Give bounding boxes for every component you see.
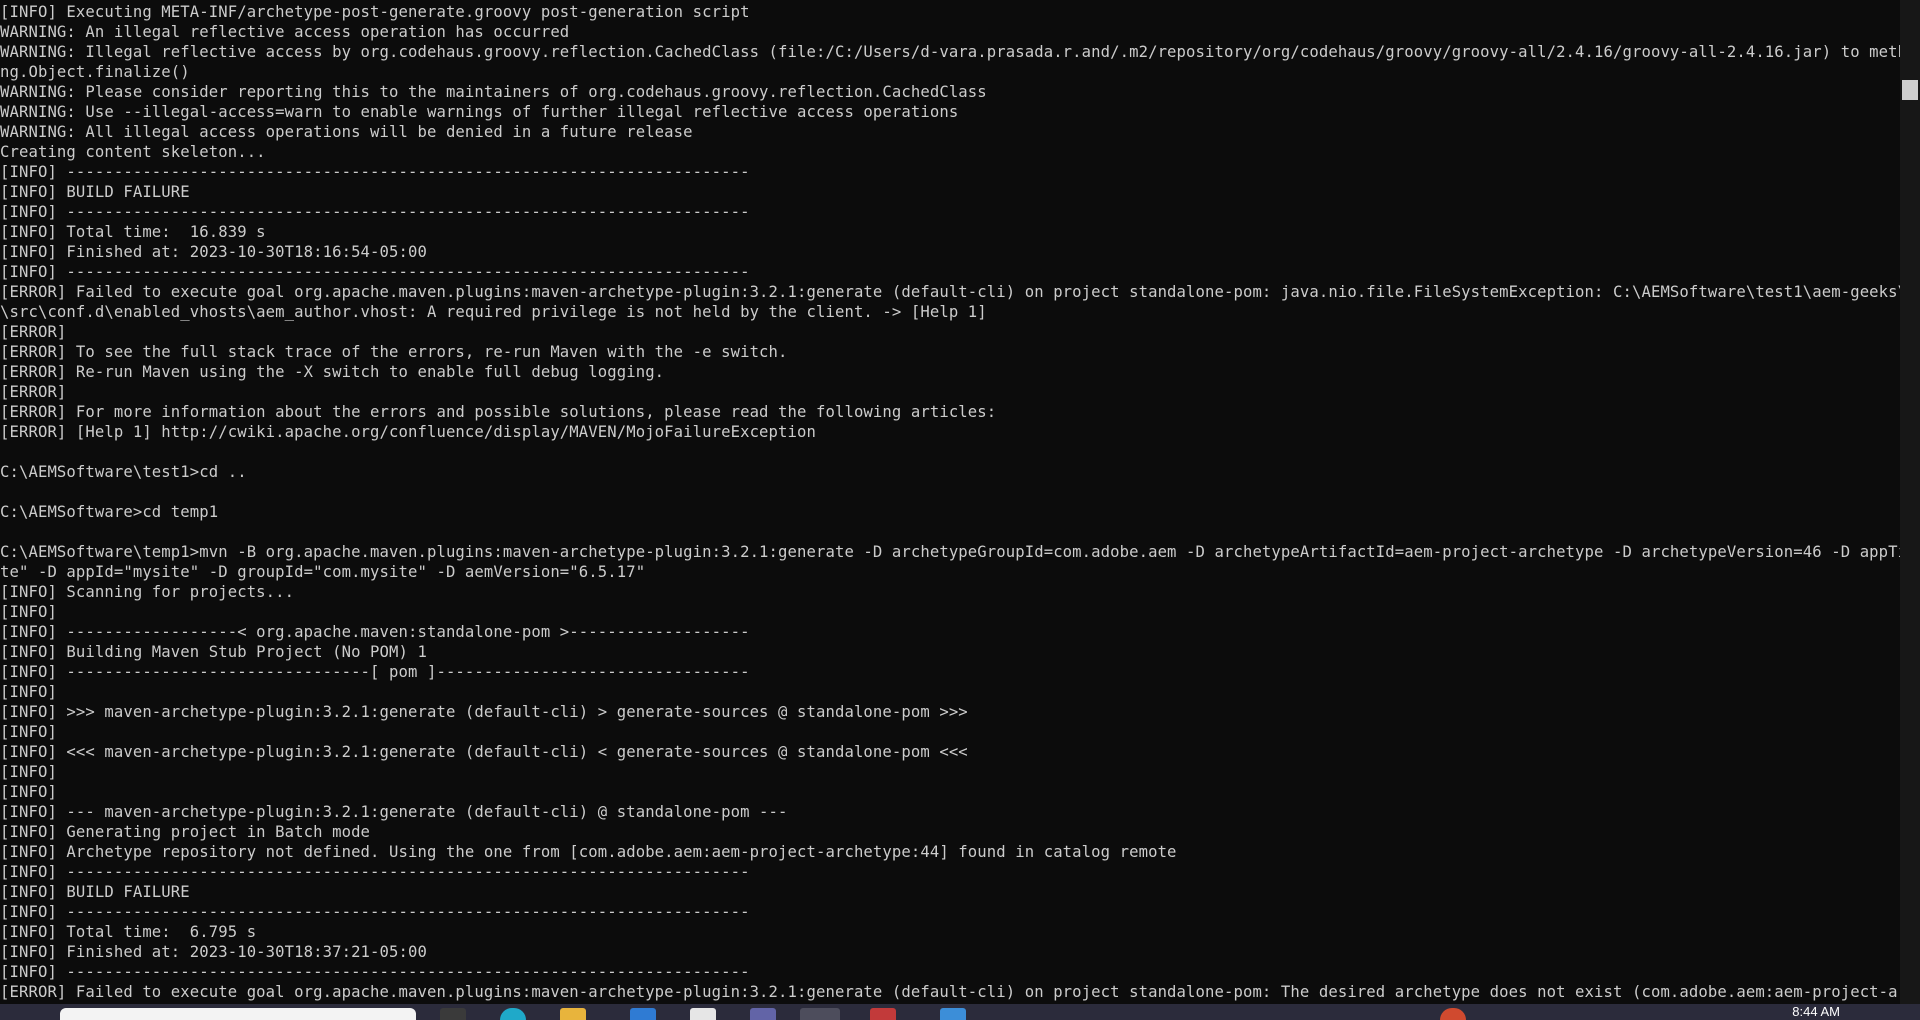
teams-icon[interactable] <box>750 1008 776 1020</box>
console-line: [ERROR] Failed to execute goal org.apach… <box>0 283 1900 301</box>
console-line: [INFO] Total time: 6.795 s <box>0 923 257 941</box>
console-line: [INFO] <box>0 763 57 781</box>
console-line: [INFO] Scanning for projects... <box>0 583 295 601</box>
console-line: [INFO] <box>0 723 57 741</box>
console-line: ng.Object.finalize() <box>0 63 190 81</box>
scrollbar[interactable] <box>1900 0 1920 1004</box>
console-line: [INFO] Building Maven Stub Project (No P… <box>0 643 427 661</box>
console-line: [INFO] <box>0 603 57 621</box>
console-line: WARNING: Illegal reflective access by or… <box>0 43 1900 61</box>
console-line: WARNING: All illegal access operations w… <box>0 123 693 141</box>
console-line: [INFO] >>> maven-archetype-plugin:3.2.1:… <box>0 703 968 721</box>
console-line: [INFO] <box>0 683 57 701</box>
console-output: [INFO] Executing META-INF/archetype-post… <box>0 0 1900 1002</box>
calendar-icon[interactable] <box>870 1008 896 1020</box>
console-line: [ERROR] To see the full stack trace of t… <box>0 343 788 361</box>
console-line: C:\AEMSoftware\test1>cd .. <box>0 463 247 481</box>
console-line: [INFO] <box>0 783 57 801</box>
console-line: Creating content skeleton... <box>0 143 266 161</box>
console-line: [INFO] Total time: 16.839 s <box>0 223 266 241</box>
terminal-icon[interactable] <box>440 1008 466 1020</box>
taskbar: 8:44 AM <box>0 1004 1920 1020</box>
command-prompt-icon[interactable] <box>800 1008 840 1020</box>
console-line: \src\conf.d\enabled_vhosts\aem_author.vh… <box>0 303 987 321</box>
console-window[interactable]: [INFO] Executing META-INF/archetype-post… <box>0 0 1900 1004</box>
console-line: [INFO] Generating project in Batch mode <box>0 823 371 841</box>
console-line: C:\AEMSoftware\temp1>mvn -B org.apache.m… <box>0 543 1900 561</box>
store-icon[interactable] <box>630 1008 656 1020</box>
console-line: [ERROR] Failed to execute goal org.apach… <box>0 983 1900 1001</box>
console-line: [INFO] BUILD FAILURE <box>0 183 190 201</box>
console-line: [ERROR] Re-run Maven using the -X switch… <box>0 363 665 381</box>
console-line: [INFO] ------------------< org.apache.ma… <box>0 623 750 641</box>
console-line: [INFO] ---------------------------------… <box>0 263 750 281</box>
console-line: [INFO] BUILD FAILURE <box>0 883 190 901</box>
console-line: WARNING: Please consider reporting this … <box>0 83 987 101</box>
taskbar-clock[interactable]: 8:44 AM <box>1792 1004 1840 1020</box>
console-line: WARNING: An illegal reflective access op… <box>0 23 570 41</box>
file-explorer-icon[interactable] <box>560 1008 586 1020</box>
console-line: [INFO] Archetype repository not defined.… <box>0 843 1177 861</box>
notification-app-icon[interactable] <box>1440 1008 1466 1020</box>
console-line: [INFO] ---------------------------------… <box>0 903 750 921</box>
edge-icon[interactable] <box>500 1008 526 1020</box>
console-line: [INFO] --- maven-archetype-plugin:3.2.1:… <box>0 803 788 821</box>
console-line: [INFO] ---------------------------------… <box>0 203 750 221</box>
console-line: [INFO] <<< maven-archetype-plugin:3.2.1:… <box>0 743 968 761</box>
taskbar-search-box[interactable] <box>60 1008 416 1020</box>
console-line: [INFO] ---------------------------------… <box>0 963 750 981</box>
console-line: [INFO] ---------------------------------… <box>0 163 750 181</box>
console-line: [INFO] --------------------------------[… <box>0 663 750 681</box>
console-line: [INFO] ---------------------------------… <box>0 863 750 881</box>
console-line: [ERROR] <box>0 323 67 341</box>
console-line: C:\AEMSoftware>cd temp1 <box>0 503 219 521</box>
console-line: [ERROR] [Help 1] http://cwiki.apache.org… <box>0 423 816 441</box>
document-icon[interactable] <box>690 1008 716 1020</box>
console-line: [ERROR] For more information about the e… <box>0 403 997 421</box>
console-line: [INFO] Finished at: 2023-10-30T18:16:54-… <box>0 243 427 261</box>
console-line: [ERROR] <box>0 383 67 401</box>
console-line: WARNING: Use --illegal-access=warn to en… <box>0 103 959 121</box>
console-line: [INFO] Finished at: 2023-10-30T18:37:21-… <box>0 943 427 961</box>
scrollbar-thumb[interactable] <box>1902 80 1918 100</box>
console-line: te" -D appId="mysite" -D groupId="com.my… <box>0 563 646 581</box>
app-icon[interactable] <box>940 1008 966 1020</box>
console-line: [INFO] Executing META-INF/archetype-post… <box>0 3 750 21</box>
